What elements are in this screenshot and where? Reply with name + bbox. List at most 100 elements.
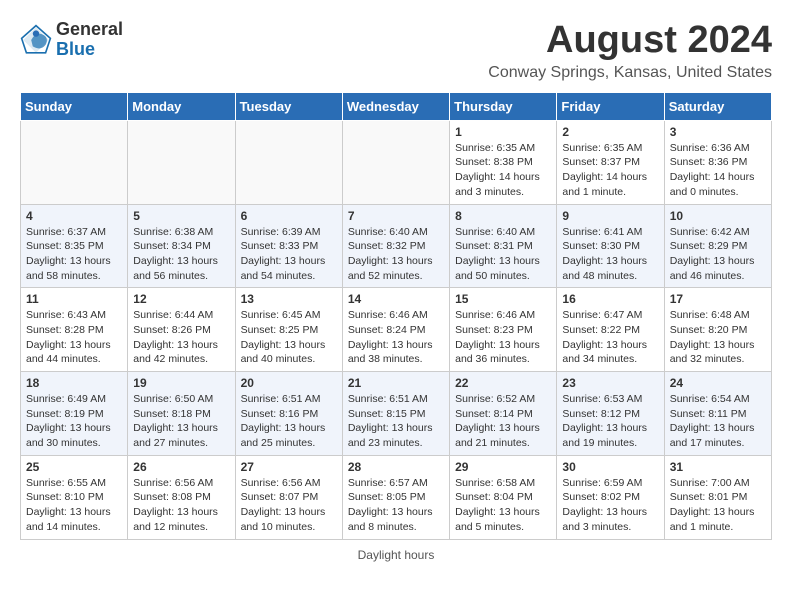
logo-blue: Blue	[56, 40, 123, 60]
header-row: SundayMondayTuesdayWednesdayThursdayFrid…	[21, 92, 772, 120]
calendar-cell: 16Sunrise: 6:47 AM Sunset: 8:22 PM Dayli…	[557, 288, 664, 372]
day-number: 16	[562, 292, 658, 306]
header-cell-friday: Friday	[557, 92, 664, 120]
calendar-week-5: 25Sunrise: 6:55 AM Sunset: 8:10 PM Dayli…	[21, 455, 772, 539]
day-info: Sunrise: 6:42 AM Sunset: 8:29 PM Dayligh…	[670, 225, 766, 284]
day-number: 12	[133, 292, 229, 306]
day-info: Sunrise: 6:53 AM Sunset: 8:12 PM Dayligh…	[562, 392, 658, 451]
day-info: Sunrise: 6:37 AM Sunset: 8:35 PM Dayligh…	[26, 225, 122, 284]
day-number: 5	[133, 209, 229, 223]
header-cell-wednesday: Wednesday	[342, 92, 449, 120]
day-info: Sunrise: 6:43 AM Sunset: 8:28 PM Dayligh…	[26, 308, 122, 367]
day-info: Sunrise: 6:46 AM Sunset: 8:24 PM Dayligh…	[348, 308, 444, 367]
day-number: 21	[348, 376, 444, 390]
day-info: Sunrise: 6:52 AM Sunset: 8:14 PM Dayligh…	[455, 392, 551, 451]
calendar-cell: 25Sunrise: 6:55 AM Sunset: 8:10 PM Dayli…	[21, 455, 128, 539]
calendar-cell: 11 Sunrise: 6:43 AM Sunset: 8:28 PM Dayli…	[21, 288, 128, 372]
calendar-cell	[21, 120, 128, 204]
day-number: 7	[348, 209, 444, 223]
day-info: Sunrise: 6:40 AM Sunset: 8:32 PM Dayligh…	[348, 225, 444, 284]
calendar-cell: 2Sunrise: 6:35 AM Sunset: 8:37 PM Daylig…	[557, 120, 664, 204]
day-info: Sunrise: 6:35 AM Sunset: 8:38 PM Dayligh…	[455, 141, 551, 200]
header: General Blue August 2024 Conway Springs,…	[20, 20, 772, 82]
calendar-cell	[235, 120, 342, 204]
day-info: Sunrise: 6:54 AM Sunset: 8:11 PM Dayligh…	[670, 392, 766, 451]
calendar-cell: 15Sunrise: 6:46 AM Sunset: 8:23 PM Dayli…	[450, 288, 557, 372]
calendar-cell: 24Sunrise: 6:54 AM Sunset: 8:11 PM Dayli…	[664, 372, 771, 456]
calendar-cell	[128, 120, 235, 204]
calendar-cell: 21 Sunrise: 6:51 AM Sunset: 8:15 PM Dayli…	[342, 372, 449, 456]
day-info: Sunrise: 6:48 AM Sunset: 8:20 PM Dayligh…	[670, 308, 766, 367]
day-info: Sunrise: 6:59 AM Sunset: 8:02 PM Dayligh…	[562, 476, 658, 535]
day-number: 23	[562, 376, 658, 390]
day-info: Sunrise: 6:38 AM Sunset: 8:34 PM Dayligh…	[133, 225, 229, 284]
header-cell-thursday: Thursday	[450, 92, 557, 120]
calendar-body: 1 Sunrise: 6:35 AM Sunset: 8:38 PM Daylig…	[21, 120, 772, 539]
logo: General Blue	[20, 20, 123, 60]
day-number: 20	[241, 376, 337, 390]
day-number: 31	[670, 460, 766, 474]
calendar-week-4: 18 Sunrise: 6:49 AM Sunset: 8:19 PM Dayli…	[21, 372, 772, 456]
day-number: 18	[26, 376, 122, 390]
calendar-cell: 18 Sunrise: 6:49 AM Sunset: 8:19 PM Dayli…	[21, 372, 128, 456]
day-number: 10	[670, 209, 766, 223]
logo-icon	[20, 24, 52, 56]
day-number: 17	[670, 292, 766, 306]
day-number: 13	[241, 292, 337, 306]
calendar-cell: 10 Sunrise: 6:42 AM Sunset: 8:29 PM Dayli…	[664, 204, 771, 288]
day-info: Sunrise: 6:40 AM Sunset: 8:31 PM Dayligh…	[455, 225, 551, 284]
day-info: Sunrise: 6:51 AM Sunset: 8:15 PM Dayligh…	[348, 392, 444, 451]
calendar-cell: 5 Sunrise: 6:38 AM Sunset: 8:34 PM Daylig…	[128, 204, 235, 288]
day-number: 19	[133, 376, 229, 390]
day-number: 9	[562, 209, 658, 223]
day-info: Sunrise: 6:57 AM Sunset: 8:05 PM Dayligh…	[348, 476, 444, 535]
calendar-week-3: 11 Sunrise: 6:43 AM Sunset: 8:28 PM Dayli…	[21, 288, 772, 372]
day-info: Sunrise: 7:00 AM Sunset: 8:01 PM Dayligh…	[670, 476, 766, 535]
day-number: 3	[670, 125, 766, 139]
day-info: Sunrise: 6:35 AM Sunset: 8:37 PM Dayligh…	[562, 141, 658, 200]
calendar-cell: 14 Sunrise: 6:46 AM Sunset: 8:24 PM Dayli…	[342, 288, 449, 372]
day-number: 1	[455, 125, 551, 139]
day-number: 4	[26, 209, 122, 223]
header-cell-monday: Monday	[128, 92, 235, 120]
calendar-cell: 30 Sunrise: 6:59 AM Sunset: 8:02 PM Dayli…	[557, 455, 664, 539]
day-info: Sunrise: 6:51 AM Sunset: 8:16 PM Dayligh…	[241, 392, 337, 451]
calendar-cell: 13Sunrise: 6:45 AM Sunset: 8:25 PM Dayli…	[235, 288, 342, 372]
calendar-cell: 23 Sunrise: 6:53 AM Sunset: 8:12 PM Dayli…	[557, 372, 664, 456]
day-number: 22	[455, 376, 551, 390]
calendar-cell: 27Sunrise: 6:56 AM Sunset: 8:07 PM Dayli…	[235, 455, 342, 539]
title-area: August 2024 Conway Springs, Kansas, Unit…	[488, 20, 772, 82]
day-number: 30	[562, 460, 658, 474]
calendar-week-2: 4 Sunrise: 6:37 AM Sunset: 8:35 PM Daylig…	[21, 204, 772, 288]
day-info: Sunrise: 6:50 AM Sunset: 8:18 PM Dayligh…	[133, 392, 229, 451]
calendar-cell: 19 Sunrise: 6:50 AM Sunset: 8:18 PM Dayli…	[128, 372, 235, 456]
header-cell-sunday: Sunday	[21, 92, 128, 120]
logo-general: General	[56, 20, 123, 40]
day-number: 14	[348, 292, 444, 306]
calendar-cell: 6Sunrise: 6:39 AM Sunset: 8:33 PM Daylig…	[235, 204, 342, 288]
calendar-cell: 4 Sunrise: 6:37 AM Sunset: 8:35 PM Daylig…	[21, 204, 128, 288]
day-number: 26	[133, 460, 229, 474]
calendar-cell: 9 Sunrise: 6:41 AM Sunset: 8:30 PM Daylig…	[557, 204, 664, 288]
header-cell-saturday: Saturday	[664, 92, 771, 120]
day-number: 11	[26, 292, 122, 306]
calendar-cell: 31 Sunrise: 7:00 AM Sunset: 8:01 PM Dayli…	[664, 455, 771, 539]
calendar-cell: 1 Sunrise: 6:35 AM Sunset: 8:38 PM Daylig…	[450, 120, 557, 204]
day-number: 29	[455, 460, 551, 474]
calendar-header: SundayMondayTuesdayWednesdayThursdayFrid…	[21, 92, 772, 120]
day-number: 25	[26, 460, 122, 474]
day-info: Sunrise: 6:44 AM Sunset: 8:26 PM Dayligh…	[133, 308, 229, 367]
calendar-cell: 29Sunrise: 6:58 AM Sunset: 8:04 PM Dayli…	[450, 455, 557, 539]
day-number: 8	[455, 209, 551, 223]
day-info: Sunrise: 6:49 AM Sunset: 8:19 PM Dayligh…	[26, 392, 122, 451]
day-info: Sunrise: 6:41 AM Sunset: 8:30 PM Dayligh…	[562, 225, 658, 284]
calendar-cell: 7 Sunrise: 6:40 AM Sunset: 8:32 PM Daylig…	[342, 204, 449, 288]
day-info: Sunrise: 6:56 AM Sunset: 8:08 PM Dayligh…	[133, 476, 229, 535]
header-cell-tuesday: Tuesday	[235, 92, 342, 120]
calendar-cell: 8 Sunrise: 6:40 AM Sunset: 8:31 PM Daylig…	[450, 204, 557, 288]
calendar-cell: 22 Sunrise: 6:52 AM Sunset: 8:14 PM Dayli…	[450, 372, 557, 456]
footer-text: Daylight hours	[358, 548, 435, 562]
page-subtitle: Conway Springs, Kansas, United States	[488, 64, 772, 82]
day-info: Sunrise: 6:46 AM Sunset: 8:23 PM Dayligh…	[455, 308, 551, 367]
day-number: 28	[348, 460, 444, 474]
